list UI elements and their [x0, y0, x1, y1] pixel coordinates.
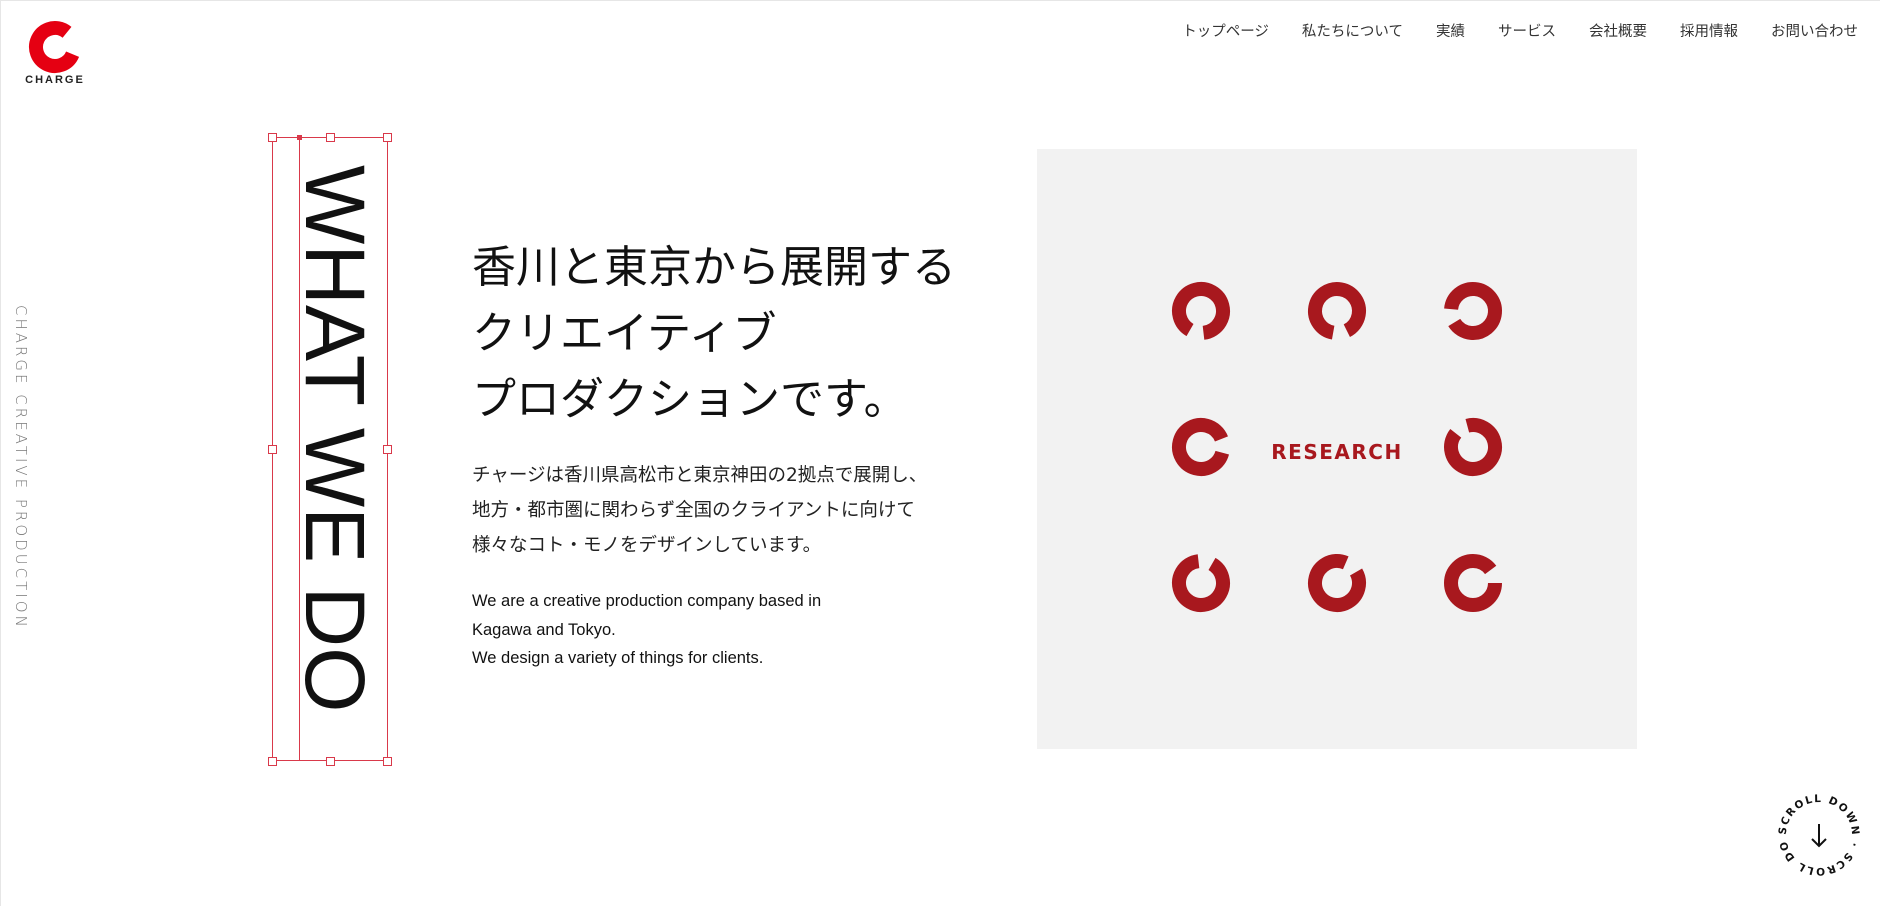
resize-handle-top-left[interactable]: [268, 133, 277, 142]
resize-handle-top[interactable]: [326, 133, 335, 142]
description-japanese: チャージは香川県高松市と東京神田の2拠点で展開し、 地方・都市圏に関わらず全国の…: [472, 458, 992, 563]
side-tagline: CHARGE CREATIVE PRODUCTION: [12, 305, 30, 630]
description-line: Kagawa and Tokyo.: [472, 620, 616, 639]
resize-handle-left[interactable]: [268, 445, 277, 454]
nav-item-recruit[interactable]: 採用情報: [1680, 22, 1738, 42]
main-nav: トップページ 私たちについて 実績 サービス 会社概要 採用情報 お問い合わせ: [1149, 22, 1858, 42]
charge-c-icon: [29, 21, 81, 73]
research-panel: RESEARCH: [1037, 149, 1637, 749]
ring-icon: [1308, 282, 1366, 340]
charge-logo[interactable]: CHARGE: [22, 20, 88, 88]
logo-text: CHARGE: [25, 74, 85, 86]
description-english: We are a creative production company bas…: [472, 587, 892, 673]
nav-item-top[interactable]: トップページ: [1182, 22, 1269, 42]
svg-text:SCROLL DOWN · SCROLL DOWN ·: SCROLL DOWN · SCROLL DOWN ·: [1774, 790, 1861, 877]
nav-item-contact[interactable]: お問い合わせ: [1771, 22, 1858, 42]
description-line: チャージは香川県高松市と東京神田の2拠点で展開し、: [472, 465, 928, 486]
heading-line: クリエイティブ: [472, 308, 777, 359]
ring-icon: [1444, 554, 1502, 612]
heading-line: 香川と東京から展開する: [472, 242, 956, 293]
nav-item-works[interactable]: 実績: [1436, 22, 1465, 42]
ring-icon: [1444, 417, 1502, 476]
ring-icon: [1308, 554, 1366, 612]
description-line: We design a variety of things for client…: [472, 649, 764, 667]
description-line: 地方・都市圏に関わらず全国のクライアントに向けて: [472, 500, 915, 521]
left-border: [0, 0, 1, 906]
resize-handle-bottom-left[interactable]: [268, 757, 277, 766]
description-line: We are a creative production company bas…: [472, 592, 822, 610]
arrow-down-icon: [1811, 824, 1827, 848]
resize-handle-bottom[interactable]: [326, 757, 335, 766]
ring-icon: [1172, 282, 1230, 340]
ring-icon: [1444, 282, 1502, 340]
main-heading: 香川と東京から展開する クリエイティブ プロダクションです。: [472, 235, 1012, 433]
heading-line: プロダクションです。: [472, 374, 908, 425]
research-label: RESEARCH: [1271, 440, 1403, 464]
ring-icon: [1172, 554, 1230, 612]
scroll-down-badge[interactable]: SCROLL DOWN · SCROLL DOWN ·: [1774, 790, 1864, 880]
description-line: 様々なコト・モノをデザインしています。: [472, 535, 822, 556]
nav-item-about[interactable]: 私たちについて: [1302, 22, 1403, 42]
top-border: [0, 0, 1880, 1]
resize-handle-bottom-right[interactable]: [383, 757, 392, 766]
nav-item-company[interactable]: 会社概要: [1589, 22, 1647, 42]
nav-item-service[interactable]: サービス: [1498, 22, 1556, 42]
resize-handle-top-right[interactable]: [383, 133, 392, 142]
section-title: WHAT WE DO: [288, 165, 382, 713]
anchor-point[interactable]: [297, 135, 302, 140]
scroll-down-text: SCROLL DOWN · SCROLL DOWN ·: [1774, 790, 1860, 877]
